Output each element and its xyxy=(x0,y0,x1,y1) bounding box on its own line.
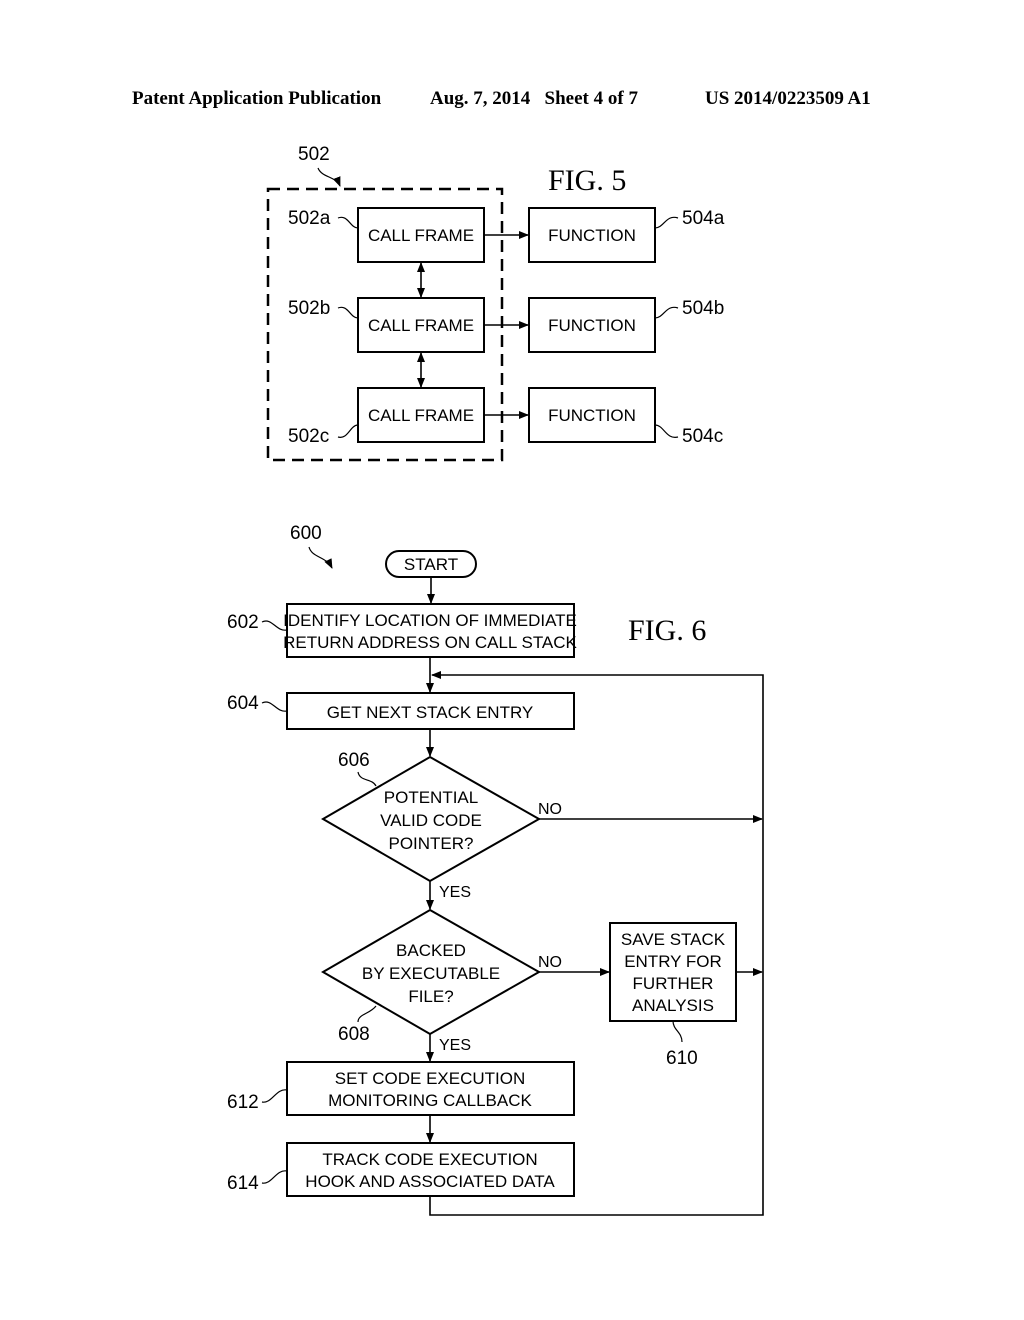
ref-502a: 502a xyxy=(288,208,331,229)
function-label: FUNCTION xyxy=(548,226,636,245)
function-label: FUNCTION xyxy=(548,316,636,335)
ref-502c: 502c xyxy=(288,426,329,447)
decision-text: BACKED xyxy=(396,941,466,960)
fig5: FIG. 5 502 CALL FRAME CALL FRAME CALL FR… xyxy=(266,144,725,462)
call-frame-label: CALL FRAME xyxy=(368,226,474,245)
step-text: SET CODE EXECUTION xyxy=(335,1069,526,1088)
leader-600 xyxy=(308,546,333,569)
leader-612 xyxy=(261,1089,288,1103)
fig5-title: FIG. 5 xyxy=(548,164,626,197)
ref-614: 614 xyxy=(227,1173,259,1194)
decision-608: BACKED BY EXECUTABLE FILE? xyxy=(321,908,542,1036)
fig6-title: FIG. 6 xyxy=(628,614,706,647)
call-frame-502a: CALL FRAME xyxy=(357,207,485,263)
step-text: RETURN ADDRESS ON CALL STACK xyxy=(283,633,577,652)
no-label-606: NO xyxy=(538,801,562,818)
yes-label-608: YES xyxy=(439,1037,471,1054)
ref-502b: 502b xyxy=(288,298,330,319)
no-label-608: NO xyxy=(538,954,562,971)
step-614: TRACK CODE EXECUTION HOOK AND ASSOCIATED… xyxy=(286,1142,575,1197)
start-label: START xyxy=(404,555,458,574)
step-text: ANALYSIS xyxy=(632,996,714,1015)
yes-label-606: YES xyxy=(439,884,471,901)
leader-608 xyxy=(357,1005,377,1023)
leader-502a xyxy=(337,216,359,229)
step-text: GET NEXT STACK ENTRY xyxy=(327,703,534,722)
decision-606: POTENTIAL VALID CODE POINTER? xyxy=(321,755,542,883)
step-text: HOOK AND ASSOCIATED DATA xyxy=(305,1172,555,1191)
ref-604: 604 xyxy=(227,693,259,714)
decision-text: POINTER? xyxy=(388,834,473,853)
leader-504c xyxy=(654,424,679,438)
decision-text: BY EXECUTABLE xyxy=(362,964,500,983)
leader-610 xyxy=(672,1020,683,1043)
step-text: FURTHER xyxy=(633,974,714,993)
ref-600: 600 xyxy=(290,523,322,544)
step-612: SET CODE EXECUTION MONITORING CALLBACK xyxy=(286,1061,575,1116)
ref-504a: 504a xyxy=(682,208,725,229)
ref-612: 612 xyxy=(227,1092,259,1113)
leader-504b xyxy=(654,306,679,319)
function-504b: FUNCTION xyxy=(528,297,656,353)
function-504c: FUNCTION xyxy=(528,387,656,443)
ref-502: 502 xyxy=(298,144,330,165)
ref-602: 602 xyxy=(227,612,259,633)
leader-502b xyxy=(337,306,359,319)
step-text: TRACK CODE EXECUTION xyxy=(322,1150,537,1169)
leader-502c xyxy=(337,424,359,438)
step-604: GET NEXT STACK ENTRY xyxy=(286,692,575,730)
leader-504a xyxy=(654,216,679,229)
leader-614 xyxy=(261,1170,288,1184)
ref-504b: 504b xyxy=(682,298,724,319)
ref-504c: 504c xyxy=(682,426,723,447)
step-610: SAVE STACK ENTRY FOR FURTHER ANALYSIS xyxy=(609,922,737,1022)
decision-text: FILE? xyxy=(408,987,453,1006)
step-602: IDENTIFY LOCATION OF IMMEDIATE RETURN AD… xyxy=(283,603,578,658)
ref-606: 606 xyxy=(338,750,370,771)
leader-604 xyxy=(261,701,288,712)
decision-text: VALID CODE xyxy=(380,811,482,830)
leader-502 xyxy=(317,167,341,187)
step-text: SAVE STACK xyxy=(621,930,726,949)
start-terminal: START xyxy=(385,550,477,578)
patent-drawing: FIG. 5 502 CALL FRAME CALL FRAME CALL FR… xyxy=(227,144,764,1216)
call-frame-502b: CALL FRAME xyxy=(357,297,485,353)
function-label: FUNCTION xyxy=(548,406,636,425)
ref-608: 608 xyxy=(338,1024,370,1045)
fig6: FIG. 6 600 START IDENTIFY LOCATION OF IM… xyxy=(227,523,764,1216)
function-504a: FUNCTION xyxy=(528,207,656,263)
step-text: ENTRY FOR xyxy=(624,952,722,971)
call-frame-label: CALL FRAME xyxy=(368,316,474,335)
call-frame-502c: CALL FRAME xyxy=(357,387,485,443)
call-frame-label: CALL FRAME xyxy=(368,406,474,425)
decision-text: POTENTIAL xyxy=(384,788,478,807)
ref-610: 610 xyxy=(666,1048,698,1069)
leader-606 xyxy=(357,771,377,787)
step-text: MONITORING CALLBACK xyxy=(328,1091,532,1110)
step-text: IDENTIFY LOCATION OF IMMEDIATE xyxy=(283,611,577,630)
